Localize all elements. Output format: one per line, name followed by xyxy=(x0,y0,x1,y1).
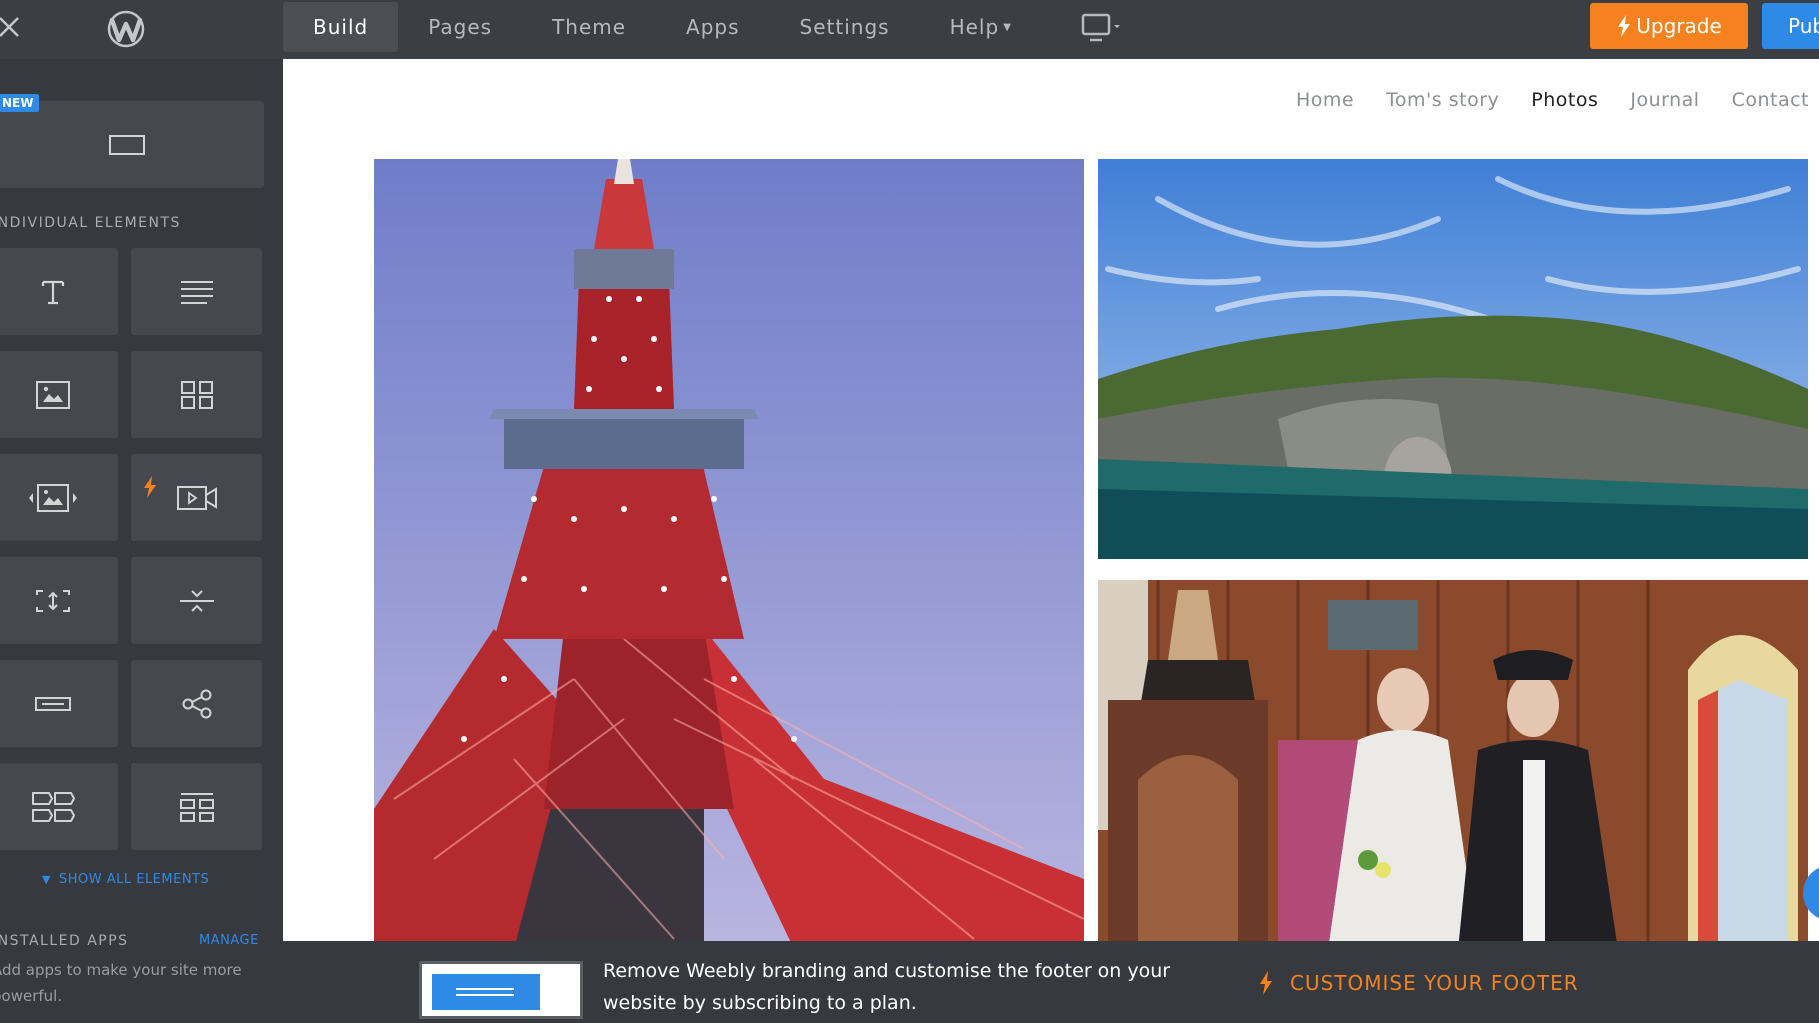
customise-footer-link[interactable]: CUSTOMISE YOUR FOOTER xyxy=(1258,971,1579,995)
element-divider-tile[interactable] xyxy=(131,557,262,644)
editor-tabs: Build Pages Theme Apps Settings Help ▼ xyxy=(283,0,1042,59)
top-toolbar: Build Pages Theme Apps Settings Help ▼ Up… xyxy=(0,0,1819,59)
manage-apps-link[interactable]: MANAGE xyxy=(199,933,259,948)
gallery-photo-rock-carving[interactable] xyxy=(1098,159,1808,559)
installed-apps-description: Add apps to make your site more powerful… xyxy=(0,961,242,1005)
divider-icon xyxy=(179,589,214,612)
slideshow-icon xyxy=(28,483,77,512)
footer-preview-bar xyxy=(432,974,540,1010)
caret-down-icon: ▼ xyxy=(42,873,51,886)
element-gallery-tile[interactable] xyxy=(131,351,262,438)
footer-preview-thumbnail xyxy=(419,961,583,1019)
bolt-icon xyxy=(1260,971,1272,995)
tab-help[interactable]: Help ▼ xyxy=(920,2,1042,52)
element-spacer-tile[interactable] xyxy=(0,557,118,644)
upgrade-button[interactable]: Upgrade xyxy=(1590,3,1748,49)
element-image-tile[interactable] xyxy=(0,351,118,438)
gallery-photo-chapel-mannequins[interactable] xyxy=(1098,580,1808,941)
section-layout-tile[interactable] xyxy=(0,101,264,188)
image-icon xyxy=(35,380,70,409)
site-nav-home[interactable]: Home xyxy=(1296,89,1354,111)
individual-elements-heading: INDIVIDUAL ELEMENTS xyxy=(0,215,181,231)
tab-settings[interactable]: Settings xyxy=(770,2,920,52)
spacer-icon xyxy=(35,589,70,612)
site-nav-photos[interactable]: Photos xyxy=(1531,89,1598,111)
gallery-photo-tokyo-tower[interactable] xyxy=(374,159,1084,941)
title-icon xyxy=(41,280,64,304)
desktop-preview-icon[interactable] xyxy=(1080,12,1124,46)
elements-sidebar: NEW INDIVIDUAL ELEMENTS ▼ SHOW ALL ELEME… xyxy=(0,59,283,1023)
tab-pages[interactable]: Pages xyxy=(398,2,522,52)
element-social-tile[interactable] xyxy=(131,660,262,747)
element-button-tile[interactable] xyxy=(0,660,118,747)
installed-apps-heading: INSTALLED APPS xyxy=(0,933,129,949)
footer-promo-banner: Remove Weebly branding and customise the… xyxy=(283,941,1819,1023)
site-navigation: Home Tom's story Photos Journal Contact xyxy=(1296,89,1809,111)
show-all-elements-link[interactable]: ▼ SHOW ALL ELEMENTS xyxy=(42,872,209,887)
caret-down-icon: ▼ xyxy=(1003,21,1012,33)
gallery-icon xyxy=(180,380,213,409)
publish-button[interactable]: Publish xyxy=(1762,3,1819,49)
footer-preview-line xyxy=(456,988,514,990)
new-badge: NEW xyxy=(0,94,40,112)
site-nav-journal[interactable]: Journal xyxy=(1630,89,1699,111)
element-text-tile[interactable] xyxy=(131,248,262,335)
site-nav-toms-story[interactable]: Tom's story xyxy=(1386,89,1499,111)
pro-bolt-icon xyxy=(144,476,156,498)
close-icon[interactable] xyxy=(0,12,24,42)
button-icon xyxy=(34,696,71,711)
tab-theme[interactable]: Theme xyxy=(522,2,656,52)
share-icon xyxy=(182,689,211,718)
video-icon xyxy=(176,485,217,510)
element-title-tile[interactable] xyxy=(0,248,118,335)
element-layout-tile[interactable] xyxy=(0,763,118,850)
element-slideshow-tile[interactable] xyxy=(0,454,118,541)
text-icon xyxy=(180,280,213,304)
site-canvas[interactable]: Home Tom's story Photos Journal Contact xyxy=(283,59,1819,941)
columns-icon xyxy=(179,792,214,822)
site-nav-contact[interactable]: Contact xyxy=(1732,89,1809,111)
weebly-logo-icon[interactable] xyxy=(106,10,146,48)
footer-message: Remove Weebly branding and customise the… xyxy=(603,960,1171,1014)
layout-icon xyxy=(31,791,75,822)
element-columns-tile[interactable] xyxy=(131,763,262,850)
element-video-tile[interactable] xyxy=(131,454,262,541)
footer-preview-line xyxy=(456,994,514,996)
bolt-icon xyxy=(1618,15,1631,37)
tab-apps[interactable]: Apps xyxy=(656,2,770,52)
section-icon xyxy=(109,134,145,155)
tab-build[interactable]: Build xyxy=(283,2,399,52)
